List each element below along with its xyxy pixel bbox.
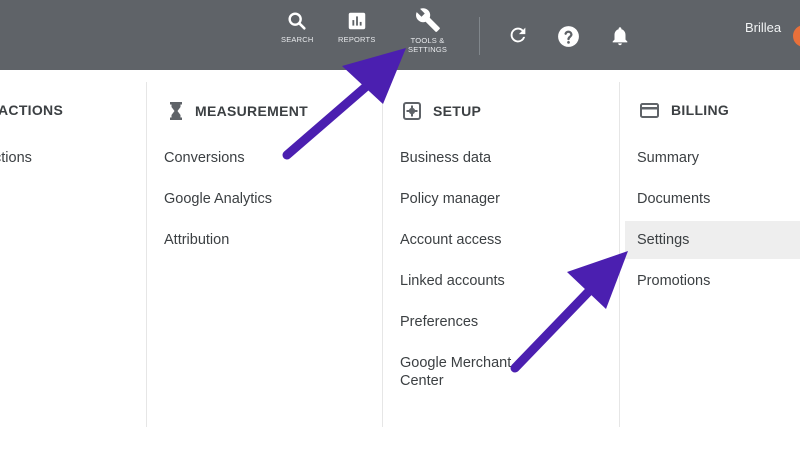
billing-column: BILLING Summary Documents Settings Promo…	[619, 82, 800, 427]
setup-column: SETUP Business data Policy manager Accou…	[382, 82, 620, 427]
avatar[interactable]	[793, 25, 800, 47]
help-icon[interactable]	[556, 24, 581, 49]
top-bar: SEARCH REPORTS TOOLS & SETTINGS Brillea	[0, 0, 800, 70]
menu-item-linked-accounts[interactable]: Linked accounts	[400, 272, 505, 290]
setup-header: SETUP	[403, 102, 481, 120]
wrench-icon	[415, 8, 440, 32]
billing-header: BILLING	[640, 102, 729, 118]
menu-item-settings-highlight[interactable]: Settings	[625, 221, 800, 259]
toolbar-divider	[479, 17, 480, 55]
tools-settings-button[interactable]: TOOLS & SETTINGS	[408, 7, 447, 54]
setup-icon	[403, 102, 421, 120]
search-button[interactable]: SEARCH	[281, 10, 313, 44]
menu-item-settings[interactable]: Settings	[637, 231, 689, 249]
search-label: SEARCH	[281, 35, 314, 44]
menu-item-preferences[interactable]: Preferences	[400, 313, 478, 331]
measurement-header: MEASUREMENT	[169, 102, 308, 120]
reports-icon	[348, 12, 366, 30]
tools-menu: ACTIONS ctions MEASUREMENT Conversions G…	[0, 70, 800, 450]
menu-item-documents[interactable]: Documents	[637, 190, 710, 208]
menu-item-account-access[interactable]: Account access	[400, 231, 502, 249]
menu-item-promotions[interactable]: Promotions	[637, 272, 710, 290]
menu-item-business-data[interactable]: Business data	[400, 149, 491, 167]
credit-card-icon	[640, 102, 659, 118]
measurement-column: MEASUREMENT Conversions Google Analytics…	[146, 82, 383, 427]
measurement-header-label: MEASUREMENT	[195, 103, 308, 119]
refresh-icon[interactable]	[507, 24, 529, 46]
bulk-actions-column: ACTIONS ctions	[0, 82, 146, 427]
reports-label: REPORTS	[338, 35, 376, 44]
menu-item-policy-manager[interactable]: Policy manager	[400, 190, 500, 208]
billing-header-label: BILLING	[671, 102, 730, 118]
search-icon	[288, 12, 306, 30]
bulk-actions-item[interactable]: ctions	[0, 149, 32, 167]
bulk-actions-header: ACTIONS	[0, 102, 64, 118]
reports-button[interactable]: REPORTS	[338, 10, 376, 44]
menu-item-conversions[interactable]: Conversions	[164, 149, 245, 167]
setup-header-label: SETUP	[433, 103, 482, 119]
menu-item-google-analytics[interactable]: Google Analytics	[164, 190, 272, 208]
user-name[interactable]: Brillea	[745, 20, 781, 35]
tools-settings-label: TOOLS & SETTINGS	[408, 36, 448, 54]
menu-item-google-merchant-center[interactable]: Google Merchant Center	[400, 354, 530, 390]
hourglass-icon	[170, 102, 182, 120]
menu-item-summary[interactable]: Summary	[637, 149, 699, 167]
menu-item-attribution[interactable]: Attribution	[164, 231, 229, 249]
bell-icon[interactable]	[609, 24, 631, 48]
